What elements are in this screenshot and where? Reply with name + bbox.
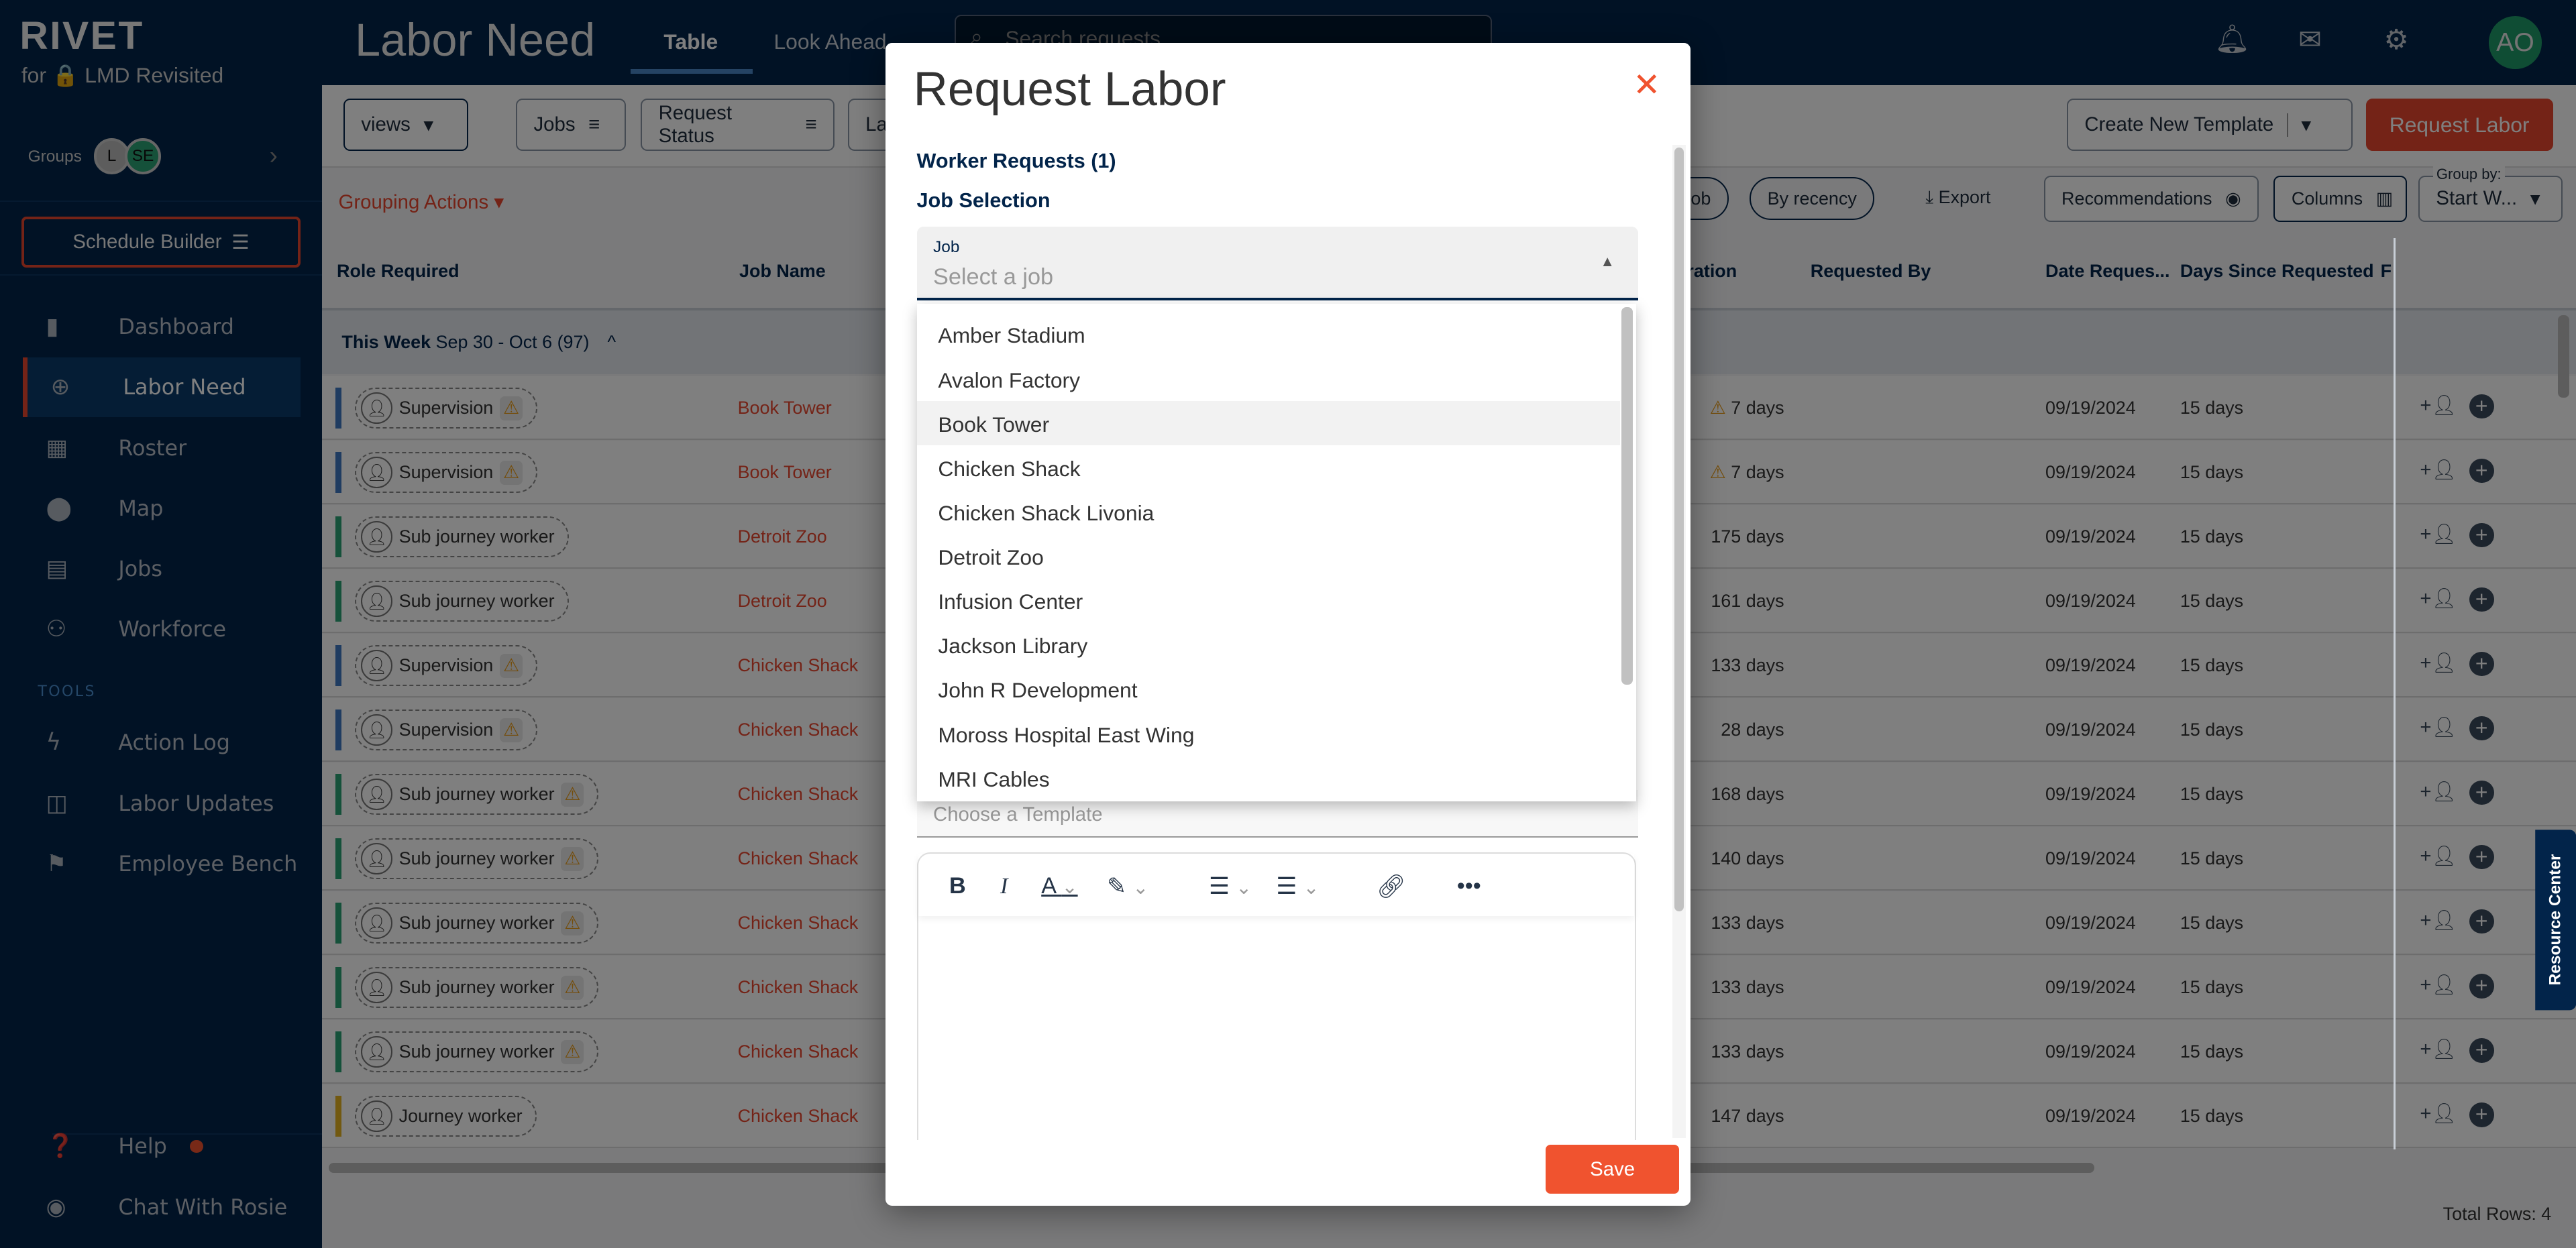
dialog-title: Request Labor	[913, 63, 1226, 117]
more-icon[interactable]: •••	[1457, 873, 1481, 899]
text-color-icon[interactable]: A ⌄	[1041, 873, 1077, 899]
dialog-scrollbar[interactable]	[1672, 144, 1686, 1139]
column-divider	[2394, 238, 2396, 1150]
job-select[interactable]: Job Select a job ▲	[916, 226, 1638, 301]
job-option[interactable]: Chicken Shack Livonia	[917, 490, 1620, 534]
caret-up-icon[interactable]: ▲	[1600, 253, 1615, 270]
job-option[interactable]: Moross Hospital East Wing	[917, 711, 1620, 755]
rich-text-editor[interactable]: B I A ⌄ ✎ ⌄ ☰ ⌄ ☰ ⌄ 🔗︎ •••	[916, 852, 1637, 1140]
highlight-icon[interactable]: ✎ ⌄	[1107, 873, 1148, 900]
job-option[interactable]: Infusion Center	[917, 578, 1620, 622]
job-option[interactable]: Amber Stadium	[917, 312, 1620, 356]
worker-requests-heading: Worker Requests (1)	[916, 149, 1116, 172]
job-option[interactable]: Chicken Shack	[917, 445, 1620, 490]
job-options-list: Amber Stadium Avalon Factory Book Tower Chi…	[916, 304, 1637, 802]
close-icon[interactable]: ✕	[1633, 66, 1660, 104]
list-scrollbar[interactable]	[1621, 306, 1633, 685]
job-option[interactable]: Jackson Library	[917, 622, 1620, 667]
save-button[interactable]: Save	[1546, 1144, 1679, 1194]
job-selection-heading: Job Selection	[916, 188, 1051, 212]
job-option[interactable]: Avalon Factory	[917, 356, 1620, 400]
job-option[interactable]: Book Tower	[916, 400, 1620, 445]
request-labor-dialog: Request Labor ✕ Worker Requests (1) Job …	[885, 42, 1690, 1206]
job-option[interactable]: Detroit Zoo	[917, 534, 1620, 578]
job-label: Job	[933, 238, 960, 257]
bullet-list-icon[interactable]: ☰ ⌄	[1209, 873, 1252, 900]
job-option[interactable]: MRI Cables	[917, 756, 1620, 800]
job-option[interactable]: John R Development	[917, 667, 1620, 711]
template-placeholder: Choose a Template	[933, 803, 1103, 826]
numbered-list-icon[interactable]: ☰ ⌄	[1276, 873, 1319, 900]
bold-icon[interactable]: B	[949, 873, 966, 899]
link-icon[interactable]: 🔗︎	[1377, 873, 1406, 900]
resource-center-tab[interactable]: Resource Center	[2534, 829, 2576, 1011]
italic-icon[interactable]: I	[1000, 873, 1008, 899]
job-placeholder: Select a job	[933, 264, 1054, 290]
